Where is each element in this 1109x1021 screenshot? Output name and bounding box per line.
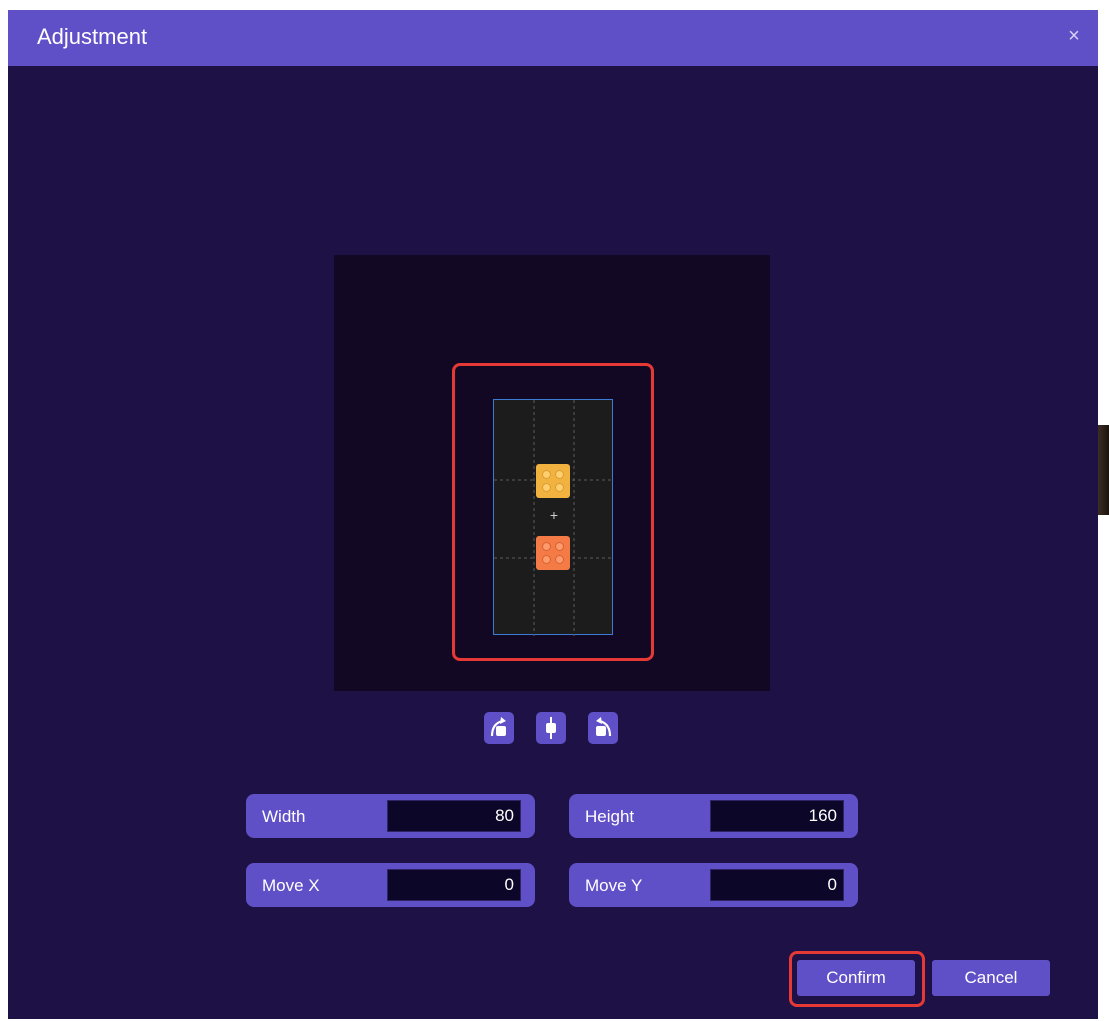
flip-button[interactable] [536,712,566,744]
height-field: Height [569,794,858,838]
width-field: Width [246,794,535,838]
height-label: Height [585,807,635,826]
cancel-button[interactable]: Cancel [932,960,1050,996]
preview-highlight-box [452,363,654,661]
rotate-left-icon [490,717,506,737]
dialog-titlebar: Adjustment × [8,10,1098,66]
move-x-field: Move X [246,863,535,907]
preview-canvas: + [334,255,770,691]
rotate-right-button[interactable] [588,712,618,744]
width-input[interactable] [387,800,521,832]
width-label: Width [262,807,306,826]
move-x-input[interactable] [387,869,521,901]
height-input[interactable] [710,800,844,832]
confirm-highlight-box [789,951,925,1007]
move-y-label: Move Y [585,876,643,895]
adjustment-dialog: Adjustment × + Width 80 Height 160 Move … [8,10,1098,1019]
dialog-title: Adjustment [37,24,148,49]
rotate-left-button[interactable] [484,712,514,744]
flip-icon [546,717,556,739]
rotate-right-icon [596,717,612,737]
move-y-field: Move Y [569,863,858,907]
move-y-input[interactable] [710,869,844,901]
close-icon[interactable]: × [1062,24,1086,48]
background-window-edge [1098,425,1109,515]
move-x-label: Move X [262,876,320,895]
